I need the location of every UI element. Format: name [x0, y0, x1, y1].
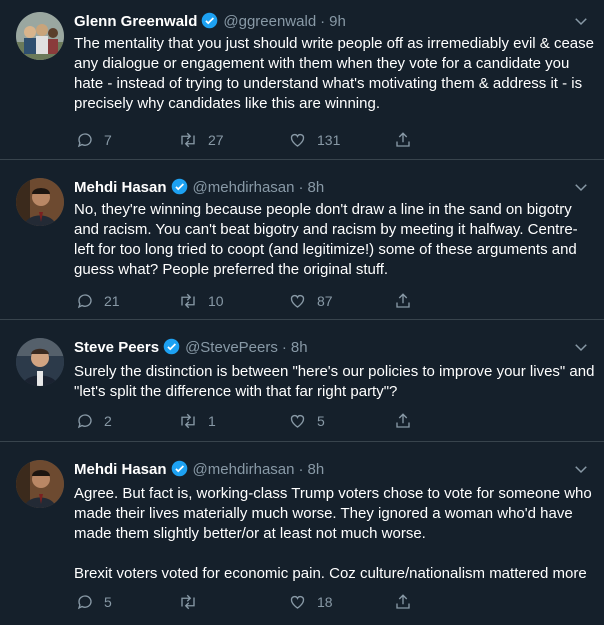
author-name[interactable]: Mehdi Hasan [74, 179, 167, 196]
timestamp[interactable]: 8h [307, 461, 324, 478]
avatar[interactable] [16, 12, 64, 60]
retweet-button[interactable]: 27 [178, 130, 224, 150]
separator-dot: · [320, 13, 326, 30]
reply-button[interactable]: 7 [76, 130, 112, 150]
action-bar: 7 27 131 [74, 130, 444, 150]
author-handle[interactable]: @mehdirhasan [193, 461, 295, 478]
share-button[interactable] [394, 592, 422, 612]
heart-icon [290, 294, 305, 308]
heart-icon [290, 414, 305, 428]
timestamp[interactable]: 9h [329, 13, 346, 30]
tweet-text: Agree. But fact is, working-class Trump … [74, 485, 592, 582]
reply-icon [77, 133, 92, 148]
reply-icon [77, 595, 92, 610]
like-count: 87 [317, 293, 333, 309]
reply-icon [77, 294, 92, 309]
share-button[interactable] [394, 291, 422, 311]
author-name[interactable]: Glenn Greenwald [74, 13, 197, 30]
verified-badge-icon [171, 178, 188, 201]
like-button[interactable]: 87 [288, 291, 333, 311]
retweet-button[interactable] [178, 592, 208, 612]
author-handle[interactable]: @mehdirhasan [193, 179, 295, 196]
timestamp[interactable]: 8h [307, 179, 324, 196]
retweet-icon [181, 594, 195, 610]
author-handle[interactable]: @StevePeers [185, 339, 278, 356]
heart-icon [290, 133, 305, 147]
share-icon [396, 293, 410, 308]
tweet[interactable]: Steve Peers @StevePeers · 8h Surely the dis… [0, 320, 604, 442]
like-button[interactable]: 5 [288, 411, 325, 431]
tweet-text: The mentality that you just should write… [74, 35, 599, 112]
verified-badge-icon [171, 460, 188, 483]
reply-button[interactable]: 21 [76, 291, 120, 311]
retweet-button[interactable]: 1 [178, 411, 216, 431]
chevron-down-icon[interactable] [572, 338, 590, 356]
like-count: 18 [317, 594, 333, 610]
reply-button[interactable]: 2 [76, 411, 112, 431]
tweet-text: Surely the distinction is between "here'… [74, 363, 599, 400]
like-count: 5 [317, 413, 325, 429]
chevron-down-icon[interactable] [572, 460, 590, 478]
author-name[interactable]: Steve Peers [74, 339, 159, 356]
reply-count: 5 [104, 594, 112, 610]
author-handle[interactable]: @ggreenwald [223, 13, 316, 30]
chevron-down-icon[interactable] [572, 178, 590, 196]
like-count: 131 [317, 132, 341, 148]
verified-badge-icon [201, 12, 218, 35]
avatar[interactable] [16, 460, 64, 508]
avatar[interactable] [16, 178, 64, 226]
like-button[interactable]: 131 [288, 130, 340, 150]
timestamp[interactable]: 8h [291, 339, 308, 356]
share-button[interactable] [394, 411, 422, 431]
like-button[interactable]: 18 [288, 592, 333, 612]
retweet-button[interactable]: 10 [178, 291, 224, 311]
tweet[interactable]: Glenn Greenwald @ggreenwald · 9h The mental… [0, 0, 604, 160]
share-icon [396, 413, 410, 428]
retweet-count: 1 [208, 413, 216, 429]
tweet[interactable]: Mehdi Hasan @mehdirhasan · 8h Agree. But fa… [0, 442, 604, 625]
retweet-count: 27 [208, 132, 224, 148]
reply-count: 7 [104, 132, 112, 148]
retweet-icon [181, 132, 195, 148]
share-button[interactable] [394, 130, 422, 150]
avatar[interactable] [16, 338, 64, 386]
chevron-down-icon[interactable] [572, 12, 590, 30]
retweet-icon [181, 293, 195, 309]
reply-count: 21 [104, 293, 120, 309]
retweet-count: 10 [208, 293, 224, 309]
action-bar: 5 18 [74, 592, 444, 612]
tweet-text: No, they're winning because people don't… [74, 201, 581, 278]
action-bar: 21 10 87 [74, 291, 444, 311]
share-icon [396, 132, 410, 147]
author-name[interactable]: Mehdi Hasan [74, 461, 167, 478]
share-icon [396, 594, 410, 609]
retweet-icon [181, 413, 195, 429]
action-bar: 2 1 5 [74, 411, 444, 431]
reply-count: 2 [104, 413, 112, 429]
separator-dot: · [298, 179, 304, 196]
reply-icon [77, 414, 92, 429]
verified-badge-icon [163, 338, 180, 361]
heart-icon [290, 595, 305, 609]
tweet[interactable]: Mehdi Hasan @mehdirhasan · 8h No, they're w… [0, 160, 604, 320]
separator-dot: · [298, 461, 304, 478]
reply-button[interactable]: 5 [76, 592, 112, 612]
separator-dot: · [281, 339, 287, 356]
